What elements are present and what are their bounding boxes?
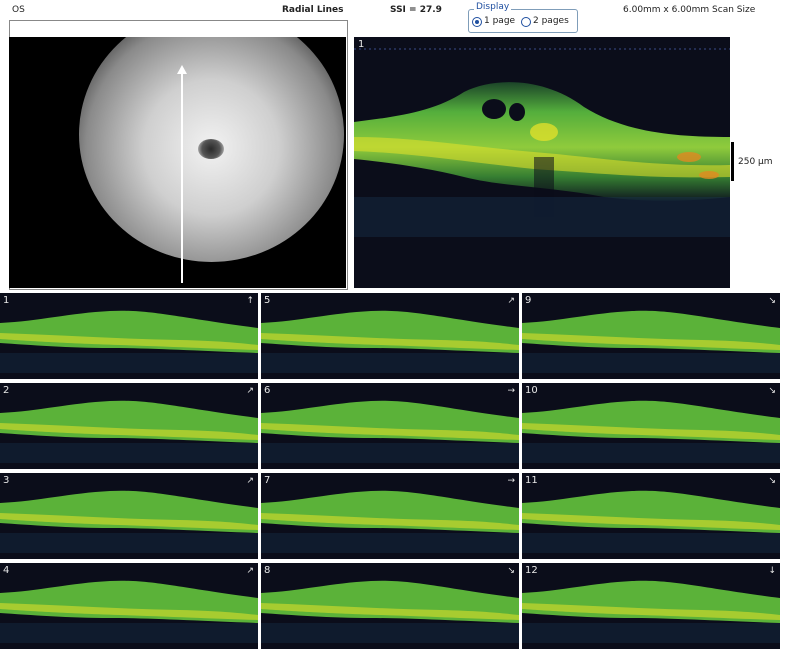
scan-direction-arrow-icon: → (507, 476, 515, 486)
scan-direction-arrow-icon: ↑ (246, 296, 254, 306)
thumbnail-bscan-image (0, 490, 258, 553)
thumbnail-bscan-image (261, 310, 519, 373)
scan-size-label: 6.00mm x 6.00mm Scan Size (623, 5, 756, 15)
thumbnail-bscan[interactable]: 5 ↗ (261, 293, 519, 379)
scan-direction-arrow-icon (177, 65, 187, 74)
radio-selected-icon[interactable] (472, 17, 482, 27)
thumbnail-bscan[interactable]: 1 ↑ (0, 293, 258, 379)
scan-line-indicator[interactable] (181, 73, 183, 283)
display-option-2-pages[interactable]: 2 pages (521, 16, 575, 28)
thumbnail-bscan[interactable]: 11 ↘ (522, 473, 780, 559)
display-option-label: 2 pages (533, 16, 569, 26)
thumbnail-bscan-image (261, 580, 519, 643)
thumbnail-number: 3 (3, 475, 10, 486)
thumbnail-number: 10 (525, 385, 538, 396)
fovea-spot (198, 139, 224, 159)
thumbnail-bscan-image (0, 310, 258, 373)
scan-direction-arrow-icon: ↗ (246, 476, 254, 486)
scale-bar (731, 142, 734, 181)
thumbnail-number: 8 (264, 565, 271, 576)
thumbnail-number: 12 (525, 565, 538, 576)
ssi-label: SSI = 27.9 (390, 5, 442, 15)
fundus-image[interactable] (9, 37, 346, 288)
display-legend: Display (474, 2, 512, 12)
radio-unselected-icon[interactable] (521, 17, 531, 27)
display-option-label: 1 page (484, 16, 516, 26)
eye-label: OS (12, 5, 25, 15)
main-bscan-image (354, 48, 730, 237)
thumbnail-bscan[interactable]: 4 ↗ (0, 563, 258, 649)
thumbnail-number: 1 (3, 295, 10, 306)
thumbnail-bscan[interactable]: 6 → (261, 383, 519, 469)
thumbnail-number: 2 (3, 385, 10, 396)
scan-direction-arrow-icon: ↗ (507, 296, 515, 306)
scan-direction-arrow-icon: ↗ (246, 566, 254, 576)
thumbnail-number: 7 (264, 475, 271, 486)
thumbnail-bscan[interactable]: 8 ↘ (261, 563, 519, 649)
thumbnail-number: 11 (525, 475, 538, 486)
thumbnail-bscan-image (261, 400, 519, 463)
thumbnail-bscan-image (522, 490, 780, 553)
main-bscan[interactable]: 1 (354, 37, 730, 288)
thumbnail-bscan-image (522, 310, 780, 373)
thumbnail-bscan-image (522, 400, 780, 463)
thumbnail-number: 6 (264, 385, 271, 396)
scale-bar-label: 250 µm (738, 157, 773, 167)
thumbnail-number: 4 (3, 565, 10, 576)
thumbnail-bscan[interactable]: 9 ↘ (522, 293, 780, 379)
thumbnail-number: 5 (264, 295, 271, 306)
thumbnail-bscan[interactable]: 10 ↘ (522, 383, 780, 469)
scan-direction-arrow-icon: ↘ (507, 566, 515, 576)
scan-direction-arrow-icon: ↓ (768, 566, 776, 576)
scan-direction-arrow-icon: ↘ (768, 296, 776, 306)
thumbnail-bscan-image (261, 490, 519, 553)
scan-direction-arrow-icon: ↘ (768, 386, 776, 396)
thumbnail-bscan[interactable]: 3 ↗ (0, 473, 258, 559)
scan-pattern-label: Radial Lines (282, 5, 344, 15)
thumbnail-bscan[interactable]: 12 ↓ (522, 563, 780, 649)
thumbnail-bscan-image (522, 580, 780, 643)
main-bscan-number: 1 (358, 39, 365, 50)
thumbnail-bscan-image (0, 400, 258, 463)
scan-direction-arrow-icon: → (507, 386, 515, 396)
thumbnail-bscan-image (0, 580, 258, 643)
display-option-1-page[interactable]: 1 page (472, 16, 522, 28)
scan-direction-arrow-icon: ↗ (246, 386, 254, 396)
thumbnail-bscan[interactable]: 2 ↗ (0, 383, 258, 469)
scan-direction-arrow-icon: ↘ (768, 476, 776, 486)
thumbnail-number: 9 (525, 295, 532, 306)
thumbnail-bscan[interactable]: 7 → (261, 473, 519, 559)
